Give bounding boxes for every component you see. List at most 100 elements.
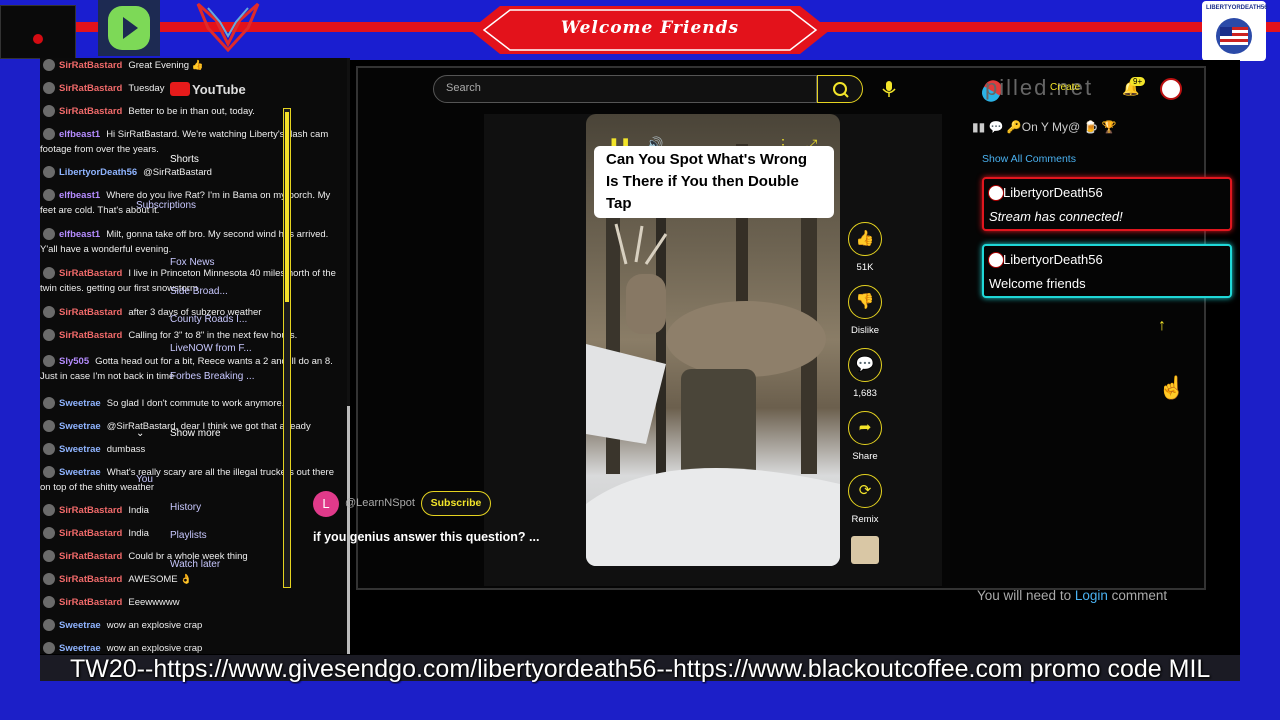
chat-message-text: SirRatBastard Eeewwwww xyxy=(40,595,336,610)
nav-watch-later[interactable]: Watch later xyxy=(170,559,220,570)
chat-message-text: SirRatBastard Better to be in than out, t… xyxy=(40,104,336,119)
share-icon: ➦ xyxy=(848,411,882,445)
chat-text: Great Evening 👍 xyxy=(128,60,204,71)
chat-username[interactable]: Sweetrae xyxy=(59,398,101,409)
scrolling-ticker: TW20--https://www.givesendgo.com/liberty… xyxy=(70,655,1211,683)
nav-show-more[interactable]: Show more xyxy=(170,428,221,439)
remix-icon: ⟳ xyxy=(848,474,882,508)
nav-sub-3[interactable]: County Roads I... xyxy=(170,314,247,325)
chat-text: Calling for 3" to 8" in the next few hou… xyxy=(128,330,298,341)
chat-username[interactable]: SirRatBastard xyxy=(59,106,122,117)
chevron-down-icon[interactable]: ⌄ xyxy=(136,428,144,439)
chat-username[interactable]: elfbeast1 xyxy=(59,129,100,140)
badge-title: LIBERTYORDEATH56 xyxy=(1206,5,1268,11)
search-icon xyxy=(833,82,849,98)
chat-username[interactable]: SirRatBastard xyxy=(59,528,122,539)
chat-username[interactable]: SirRatBastard xyxy=(59,551,122,562)
comment-count: 1,683 xyxy=(853,388,877,399)
like-count: 51K xyxy=(856,262,874,273)
login-prompt: You will need to Login comment xyxy=(977,588,1167,603)
channel-avatar[interactable]: L xyxy=(313,491,339,517)
nav-sub-1[interactable]: Fox News xyxy=(170,257,214,268)
login-link[interactable]: Login xyxy=(1075,588,1108,603)
chat-username[interactable]: SirRatBastard xyxy=(59,60,122,71)
rumble-logo-icon xyxy=(98,0,160,56)
chat-username[interactable]: Sweetrae xyxy=(59,620,101,631)
like-button[interactable]: 👍 51K xyxy=(835,222,895,273)
chat-username[interactable]: Sly505 xyxy=(59,356,89,367)
chat-username[interactable]: Sweetrae xyxy=(59,467,101,478)
youtube-logo-text[interactable]: YouTube xyxy=(192,82,246,97)
video-description[interactable]: if you genius answer this question? ... xyxy=(313,530,539,544)
nav-playlists[interactable]: Playlists xyxy=(170,530,207,541)
thumbs-up-icon: 👍 xyxy=(848,222,882,256)
chat-message-text: Sweetrae wow an explosive crap xyxy=(40,641,336,654)
chat-text: dumbass xyxy=(106,444,146,455)
chat-message-text: LibertyorDeath56 @SirRatBastard xyxy=(40,165,336,180)
nav-sub-5[interactable]: Forbes Breaking ... xyxy=(170,371,254,382)
chat-message-text: Sweetrae wow an explosive crap xyxy=(40,618,336,633)
avatar xyxy=(988,185,1004,201)
nav-you[interactable]: You xyxy=(136,474,153,485)
comment-icon: 💬 xyxy=(848,348,882,382)
pointer-hand-icon: ☝ xyxy=(1158,375,1186,400)
arrow-up-icon[interactable]: ↑ xyxy=(1158,317,1166,335)
comment-text: Stream has connected! xyxy=(989,209,1123,224)
chat-message-text: SirRatBastard Calling for 3" to 8" in the… xyxy=(40,328,336,343)
youtube-logo-icon[interactable] xyxy=(170,82,190,96)
comments-button[interactable]: 💬 1,683 xyxy=(835,348,895,399)
nav-sub-4[interactable]: LiveNOW from F... xyxy=(170,343,252,354)
subscribe-button[interactable]: Subscribe xyxy=(421,491,491,516)
notification-count: 9+ xyxy=(1130,77,1146,86)
avatar[interactable] xyxy=(1160,78,1182,100)
chat-text: wow an explosive crap xyxy=(106,643,203,654)
create-button[interactable]: Create xyxy=(1050,82,1080,93)
show-all-comments-link[interactable]: Show All Comments xyxy=(982,153,1076,165)
chat-username[interactable]: LibertyorDeath56 xyxy=(59,167,137,178)
chat-toolbar[interactable]: ▮▮ 💬 🔑On Y My@ 🍺 🏆 xyxy=(972,120,1162,144)
search-input[interactable]: Search xyxy=(433,75,817,103)
search-button[interactable] xyxy=(817,75,863,103)
chat-username[interactable]: Sweetrae xyxy=(59,643,101,654)
thumbs-down-icon: 👎 xyxy=(848,285,882,319)
shorts-video[interactable]: ❚❚ 🔊 ⋮ ⤢ Can You Spot What's Wrong Is Th… xyxy=(586,114,840,566)
search-placeholder: Search xyxy=(446,82,481,94)
chat-username[interactable]: SirRatBastard xyxy=(59,505,122,516)
comment-card: LibertyorDeath56 Stream has connected! xyxy=(982,177,1232,231)
chat-text: Tuesday xyxy=(128,83,165,94)
video-title: Can You Spot What's Wrong Is There if Yo… xyxy=(594,146,834,218)
sound-thumbnail[interactable] xyxy=(851,536,879,564)
avatar xyxy=(988,252,1004,268)
chat-username[interactable]: SirRatBastard xyxy=(59,330,122,341)
mic-icon[interactable] xyxy=(880,80,898,98)
chat-text: wow an explosive crap xyxy=(106,620,203,631)
chat-message-text: elfbeast1 Hi SirRatBastard. We're watchin… xyxy=(40,127,336,157)
nav-subscriptions[interactable]: Subscriptions xyxy=(136,200,196,211)
chat-username[interactable]: Sweetrae xyxy=(59,421,101,432)
chat-username[interactable]: SirRatBastard xyxy=(59,597,122,608)
remix-button[interactable]: ⟳ Remix xyxy=(835,474,895,525)
chat-username[interactable]: SirRatBastard xyxy=(59,83,122,94)
nav-history[interactable]: History xyxy=(170,502,201,513)
login-suffix: comment xyxy=(1107,588,1168,603)
nav-scroll-thumb[interactable] xyxy=(285,112,289,302)
chat-username[interactable]: elfbeast1 xyxy=(59,229,100,240)
remix-label: Remix xyxy=(851,514,879,525)
channel-name[interactable]: @LearnNSpot xyxy=(345,497,415,509)
welcome-title: Welcome Friends xyxy=(560,18,740,38)
chat-message-text: Sweetrae What's really scary are all the … xyxy=(40,465,336,495)
nav-sub-2[interactable]: Side Broad... xyxy=(170,286,228,297)
channel-badge: LIBERTYORDEATH56 xyxy=(1202,1,1268,61)
chat-username[interactable]: Sweetrae xyxy=(59,444,101,455)
dislike-button[interactable]: 👎 Dislike xyxy=(835,285,895,336)
nav-shorts[interactable]: Shorts xyxy=(170,154,199,165)
chat-text: So glad I don't commute to work anymore. xyxy=(106,398,285,409)
dislike-label: Dislike xyxy=(851,325,879,336)
chat-username[interactable]: SirRatBastard xyxy=(59,268,122,279)
chat-message-text: Sweetrae So glad I don't commute to work … xyxy=(40,396,336,411)
chat-username[interactable]: elfbeast1 xyxy=(59,190,100,201)
chat-message-text: Sweetrae dumbass xyxy=(40,442,336,457)
share-button[interactable]: ➦ Share xyxy=(835,411,895,462)
chat-username[interactable]: SirRatBastard xyxy=(59,574,122,585)
chat-username[interactable]: SirRatBastard xyxy=(59,307,122,318)
